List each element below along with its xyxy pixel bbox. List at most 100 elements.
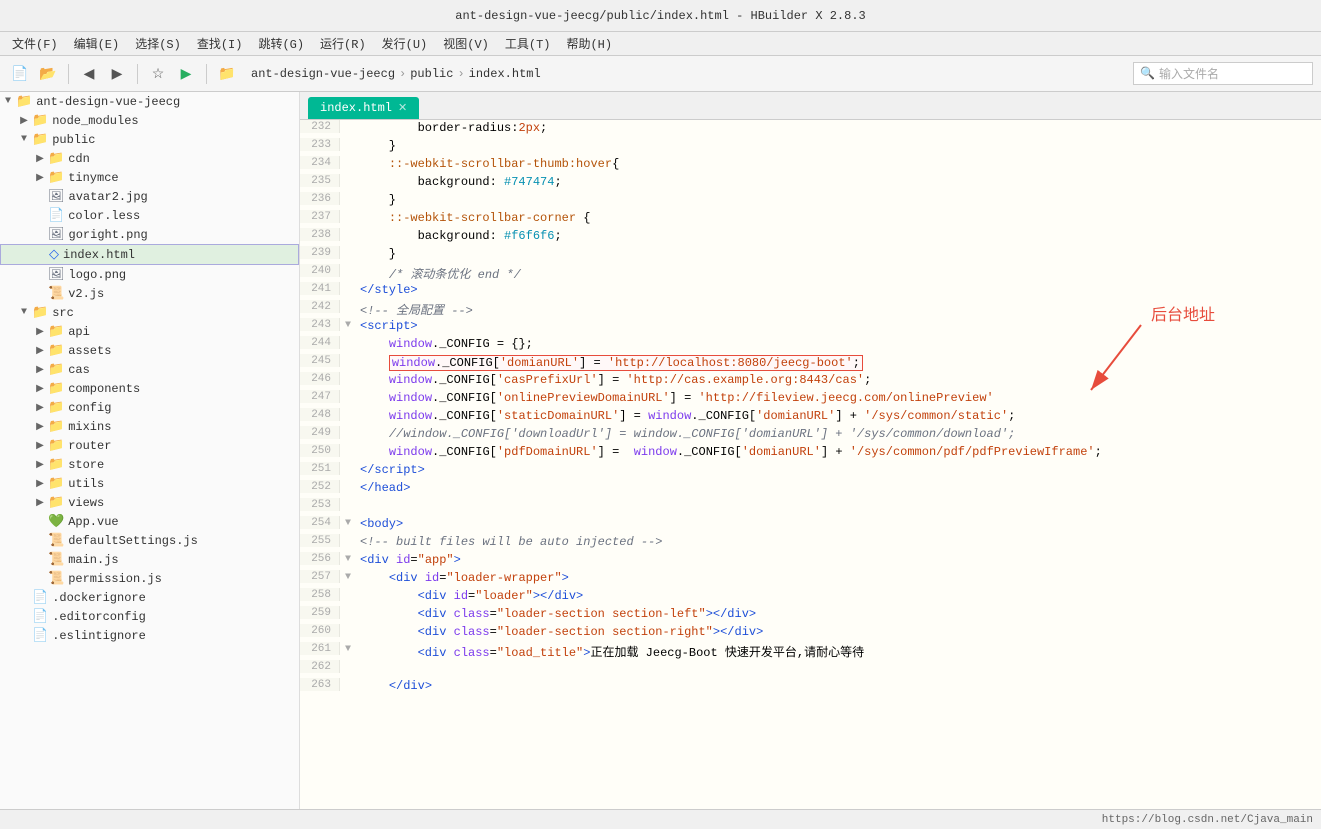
sidebar-item-src[interactable]: ▼ 📁 src xyxy=(0,303,299,322)
sidebar-item-router[interactable]: ▶ 📁 router xyxy=(0,436,299,455)
sidebar-item-views[interactable]: ▶ 📁 views xyxy=(0,493,299,512)
code-line-247: 247 window._CONFIG['onlinePreviewDomainU… xyxy=(300,390,1321,408)
menu-edit[interactable]: 编辑(E) xyxy=(66,35,128,52)
sidebar-item-goright[interactable]: 🖼 goright.png xyxy=(0,225,299,244)
code-line-241: 241 </style> xyxy=(300,282,1321,300)
line-number: 252 xyxy=(300,480,340,493)
menu-tools[interactable]: 工具(T) xyxy=(497,35,559,52)
tree-item-label: utils xyxy=(68,477,104,491)
code-line-245: 245 window._CONFIG['domianURL'] = 'http:… xyxy=(300,354,1321,372)
sidebar-item-dockerignore[interactable]: 📄 .dockerignore xyxy=(0,588,299,607)
sidebar-item-config[interactable]: ▶ 📁 config xyxy=(0,398,299,417)
sidebar-item-eslintignore[interactable]: 📄 .eslintignore xyxy=(0,626,299,645)
fold-arrow xyxy=(340,300,356,302)
fold-arrow[interactable]: ▼ xyxy=(340,318,356,331)
code-content: <div id="loader-wrapper"> xyxy=(356,570,1321,585)
sidebar-item-logo[interactable]: 🖼 logo.png xyxy=(0,265,299,284)
sidebar-item-mainjs[interactable]: 📜 main.js xyxy=(0,550,299,569)
breadcrumb-project[interactable]: ant-design-vue-jeecg xyxy=(251,67,395,81)
fold-arrow xyxy=(340,210,356,212)
tree-item-label: .dockerignore xyxy=(52,591,146,605)
tree-item-label: avatar2.jpg xyxy=(69,190,148,204)
tree-file-icon: 💚 xyxy=(48,514,64,529)
sidebar-item-tinymce[interactable]: ▶ 📁 tinymce xyxy=(0,168,299,187)
code-line-244: 244 window._CONFIG = {}; xyxy=(300,336,1321,354)
sidebar-item-defaultSettings[interactable]: 📜 defaultSettings.js xyxy=(0,531,299,550)
tree-arrow: ▶ xyxy=(32,440,48,452)
sidebar-item-v2[interactable]: 📜 v2.js xyxy=(0,284,299,303)
tree-item-label: index.html xyxy=(63,248,135,262)
sidebar-item-cdn[interactable]: ▶ 📁 cdn xyxy=(0,149,299,168)
sidebar-item-components[interactable]: ▶ 📁 components xyxy=(0,379,299,398)
sidebar-item-node_modules[interactable]: ▶ 📁 node_modules xyxy=(0,111,299,130)
sidebar-item-permission[interactable]: 📜 permission.js xyxy=(0,569,299,588)
folder-button[interactable]: 📁 xyxy=(215,62,239,86)
new-file-button[interactable]: 📄 xyxy=(8,62,32,86)
fold-arrow xyxy=(340,462,356,464)
tab-close-icon[interactable]: ✕ xyxy=(398,101,407,115)
sidebar-item-utils[interactable]: ▶ 📁 utils xyxy=(0,474,299,493)
breadcrumb: ant-design-vue-jeecg › public › index.ht… xyxy=(251,67,541,81)
fold-arrow xyxy=(340,372,356,374)
line-number: 236 xyxy=(300,192,340,205)
fold-arrow[interactable]: ▼ xyxy=(340,552,356,565)
tree-item-label: components xyxy=(68,382,140,396)
menu-select[interactable]: 选择(S) xyxy=(127,35,189,52)
menu-file[interactable]: 文件(F) xyxy=(4,35,66,52)
run-button[interactable]: ▶ xyxy=(174,62,198,86)
tree-file-icon: 📁 xyxy=(48,476,64,491)
fold-arrow[interactable]: ▼ xyxy=(340,642,356,655)
code-content: window._CONFIG['casPrefixUrl'] = 'http:/… xyxy=(356,372,1321,387)
tree-item-label: public xyxy=(52,133,95,147)
breadcrumb-file[interactable]: index.html xyxy=(469,67,541,81)
tree-item-label: cas xyxy=(68,363,90,377)
code-content: window._CONFIG['pdfDomainURL'] = window.… xyxy=(356,444,1321,459)
code-area[interactable]: 232 border-radius:2px; 233 } 234 ::-webk… xyxy=(300,120,1321,809)
fold-arrow[interactable]: ▼ xyxy=(340,570,356,583)
breadcrumb-sep-2: › xyxy=(457,67,464,81)
tree-file-icon: 📁 xyxy=(32,113,48,128)
code-line-258: 258 <div id="loader"></div> xyxy=(300,588,1321,606)
sidebar-item-store[interactable]: ▶ 📁 store xyxy=(0,455,299,474)
menu-help[interactable]: 帮助(H) xyxy=(558,35,620,52)
sidebar-item-editorconfig[interactable]: 📄 .editorconfig xyxy=(0,607,299,626)
forward-button[interactable]: ▶ xyxy=(105,62,129,86)
line-number: 235 xyxy=(300,174,340,187)
line-number: 239 xyxy=(300,246,340,259)
line-number: 241 xyxy=(300,282,340,295)
code-line-239: 239 } xyxy=(300,246,1321,264)
menu-find[interactable]: 查找(I) xyxy=(189,35,251,52)
sidebar-item-avatar2[interactable]: 🖼 avatar2.jpg xyxy=(0,187,299,206)
tree-item-label: router xyxy=(68,439,111,453)
tree-file-icon: 📁 xyxy=(48,381,64,396)
code-content: window._CONFIG = {}; xyxy=(356,336,1321,351)
sidebar-item-root[interactable]: ▼ 📁 ant-design-vue-jeecg xyxy=(0,92,299,111)
menu-jump[interactable]: 跳转(G) xyxy=(250,35,312,52)
open-button[interactable]: 📂 xyxy=(36,62,60,86)
code-content: window._CONFIG['staticDomainURL'] = wind… xyxy=(356,408,1321,423)
menu-view[interactable]: 视图(V) xyxy=(435,35,497,52)
sidebar-item-cas[interactable]: ▶ 📁 cas xyxy=(0,360,299,379)
tree-file-icon: 📁 xyxy=(48,495,64,510)
favorite-button[interactable]: ☆ xyxy=(146,62,170,86)
search-box[interactable]: 🔍 输入文件名 xyxy=(1133,62,1313,85)
breadcrumb-folder[interactable]: public xyxy=(410,67,453,81)
code-line-243: 243 ▼ <script> xyxy=(300,318,1321,336)
sidebar-item-mixins[interactable]: ▶ 📁 mixins xyxy=(0,417,299,436)
code-content: ::-webkit-scrollbar-corner { xyxy=(356,210,1321,225)
tree-item-label: views xyxy=(68,496,104,510)
menu-run[interactable]: 运行(R) xyxy=(312,35,374,52)
menu-publish[interactable]: 发行(U) xyxy=(374,35,436,52)
line-number: 247 xyxy=(300,390,340,403)
sidebar-item-appvue[interactable]: 💚 App.vue xyxy=(0,512,299,531)
sidebar-item-index[interactable]: ◇ index.html xyxy=(0,244,299,265)
sidebar-item-api[interactable]: ▶ 📁 api xyxy=(0,322,299,341)
tree-arrow: ▼ xyxy=(0,96,16,107)
code-content: } xyxy=(356,192,1321,207)
back-button[interactable]: ◀ xyxy=(77,62,101,86)
sidebar-item-assets[interactable]: ▶ 📁 assets xyxy=(0,341,299,360)
fold-arrow[interactable]: ▼ xyxy=(340,516,356,529)
tab-index-html[interactable]: index.html ✕ xyxy=(308,97,419,119)
sidebar-item-public[interactable]: ▼ 📁 public xyxy=(0,130,299,149)
sidebar-item-color[interactable]: 📄 color.less xyxy=(0,206,299,225)
